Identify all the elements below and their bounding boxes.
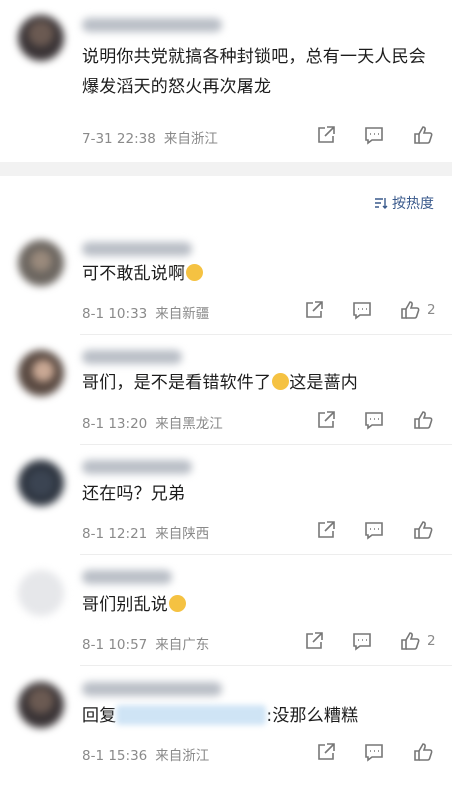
laughing-emoji-icon: [272, 373, 290, 390]
comment-icon[interactable]: [363, 409, 385, 431]
comment-icon[interactable]: [363, 124, 385, 146]
comment-text: 哥们，是不是看错软件了 这是蔷内: [82, 368, 432, 398]
avatar[interactable]: [18, 350, 64, 396]
comment-text-body: 哥们别乱说: [82, 595, 168, 615]
comment-location: 来自新疆: [155, 306, 210, 322]
share-icon[interactable]: [303, 630, 325, 652]
comment-icon[interactable]: [351, 299, 373, 321]
comment-date: 8-1 13:20: [82, 416, 148, 432]
row-divider: [80, 554, 452, 555]
like-icon[interactable]: [399, 630, 421, 652]
comment-icon[interactable]: [351, 630, 373, 652]
comment-date: 7-31 22:38: [82, 131, 156, 147]
comment-text: 哥们别乱说: [82, 590, 422, 620]
avatar[interactable]: [18, 460, 64, 506]
comment-text-tail: 这是蔷内: [289, 373, 359, 393]
comment-meta: 7-31 22:38 来自浙江: [82, 127, 218, 147]
share-icon[interactable]: [315, 741, 337, 763]
comment-meta: 8-1 10:33 来自新疆: [82, 302, 209, 322]
redacted-username: [116, 705, 267, 725]
like-icon[interactable]: [412, 124, 434, 146]
share-icon[interactable]: [315, 519, 337, 541]
sort-label: 按热度: [392, 196, 434, 212]
comment-text-body: 哥们，是不是看错软件了: [82, 373, 272, 393]
avatar[interactable]: [18, 240, 64, 286]
row-divider: [80, 334, 452, 335]
comment-location: 来自黑龙江: [155, 416, 223, 432]
row-divider: [80, 444, 452, 445]
comment-date: 8-1 10:57: [82, 637, 148, 653]
comment-text: 可不敢乱说啊: [82, 259, 422, 289]
like-icon[interactable]: [412, 519, 434, 541]
avatar[interactable]: [18, 570, 64, 616]
avatar[interactable]: [18, 15, 64, 61]
comment-meta: 8-1 12:21 来自陕西: [82, 522, 209, 542]
like-icon[interactable]: [412, 741, 434, 763]
sort-icon: [375, 198, 388, 209]
comment-meta: 8-1 10:57 来自广东: [82, 633, 209, 653]
row-divider: [80, 665, 452, 666]
comment-icon[interactable]: [363, 741, 385, 763]
username[interactable]: [82, 570, 172, 584]
share-icon[interactable]: [315, 124, 337, 146]
username[interactable]: [82, 682, 222, 696]
username[interactable]: [82, 242, 192, 256]
like-icon[interactable]: [399, 299, 421, 321]
comment-location: 来自浙江: [155, 748, 210, 764]
section-divider: [0, 162, 452, 176]
crying-emoji-icon: [186, 264, 204, 281]
comment-date: 8-1 15:36: [82, 748, 148, 764]
reply-prefix: 回复: [82, 706, 117, 726]
like-count: 2: [427, 633, 436, 649]
username[interactable]: [82, 350, 182, 364]
comment-text-body: 可不敢乱说啊: [82, 264, 186, 284]
username[interactable]: [82, 460, 192, 474]
like-icon[interactable]: [412, 409, 434, 431]
comment-location: 来自陕西: [155, 526, 210, 542]
comment-icon[interactable]: [363, 519, 385, 541]
comment-text-body: :没那么糟糕: [266, 706, 359, 726]
comment-date: 8-1 12:21: [82, 526, 148, 542]
comment-text: 还在吗？兄弟: [82, 484, 186, 504]
comment-date: 8-1 10:33: [82, 306, 148, 322]
like-count: 2: [427, 302, 436, 318]
comment-text: 说明你共党就搞各种封锁吧，总有一天人民会爆发滔天的怒火再次屠龙: [82, 47, 426, 97]
avatar[interactable]: [18, 682, 64, 728]
sort-button[interactable]: 按热度: [374, 193, 434, 213]
comment-text: 回复 :没那么糟糕: [82, 701, 432, 731]
comment-meta: 8-1 15:36 来自浙江: [82, 744, 209, 764]
share-icon[interactable]: [315, 409, 337, 431]
username[interactable]: [82, 18, 222, 32]
comment-location: 来自浙江: [163, 131, 218, 147]
comment-location: 来自广东: [155, 637, 210, 653]
laughing-emoji-icon: [169, 595, 186, 612]
comment-meta: 8-1 13:20 来自黑龙江: [82, 412, 223, 432]
share-icon[interactable]: [303, 299, 325, 321]
